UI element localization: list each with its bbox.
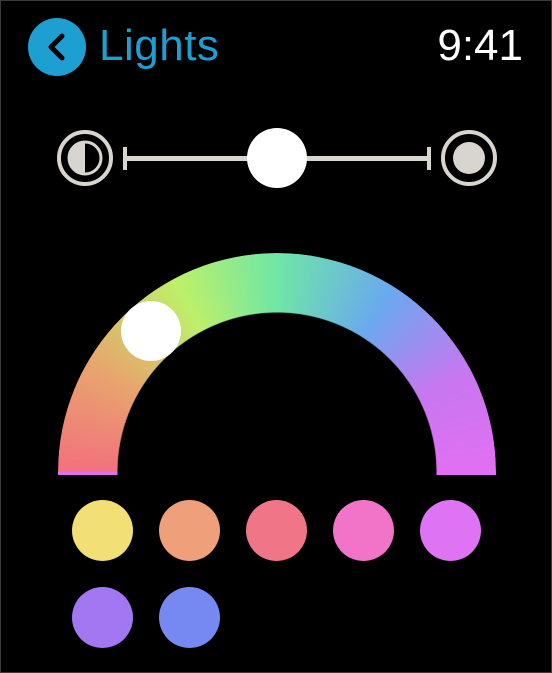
color-swatch-pink[interactable] xyxy=(333,500,394,561)
color-arc-gradient[interactable] xyxy=(58,253,496,475)
track-end-cap xyxy=(427,147,431,170)
color-swatch-purple[interactable] xyxy=(72,587,133,648)
color-picker-thumb[interactable] xyxy=(121,301,181,361)
color-swatch-violet[interactable] xyxy=(420,500,481,561)
dim-brightness-icon[interactable] xyxy=(57,130,113,186)
chevron-left-icon xyxy=(48,33,65,61)
color-swatch-coral[interactable] xyxy=(246,500,307,561)
max-brightness-icon[interactable] xyxy=(441,130,497,186)
color-arc-picker[interactable] xyxy=(58,253,496,475)
color-swatch-yellow[interactable] xyxy=(72,500,133,561)
full-circle-icon xyxy=(453,142,485,174)
color-swatch-orange[interactable] xyxy=(159,500,220,561)
page-title: Lights xyxy=(99,21,220,70)
half-moon-icon xyxy=(67,140,103,176)
back-button[interactable] xyxy=(28,18,86,76)
track-start-cap xyxy=(123,147,127,170)
color-swatch-blue[interactable] xyxy=(159,587,220,648)
watch-screen: Lights 9:41 xyxy=(0,0,552,673)
brightness-thumb[interactable] xyxy=(247,128,307,188)
brightness-slider[interactable] xyxy=(57,128,497,188)
clock-time: 9:41 xyxy=(437,21,523,70)
